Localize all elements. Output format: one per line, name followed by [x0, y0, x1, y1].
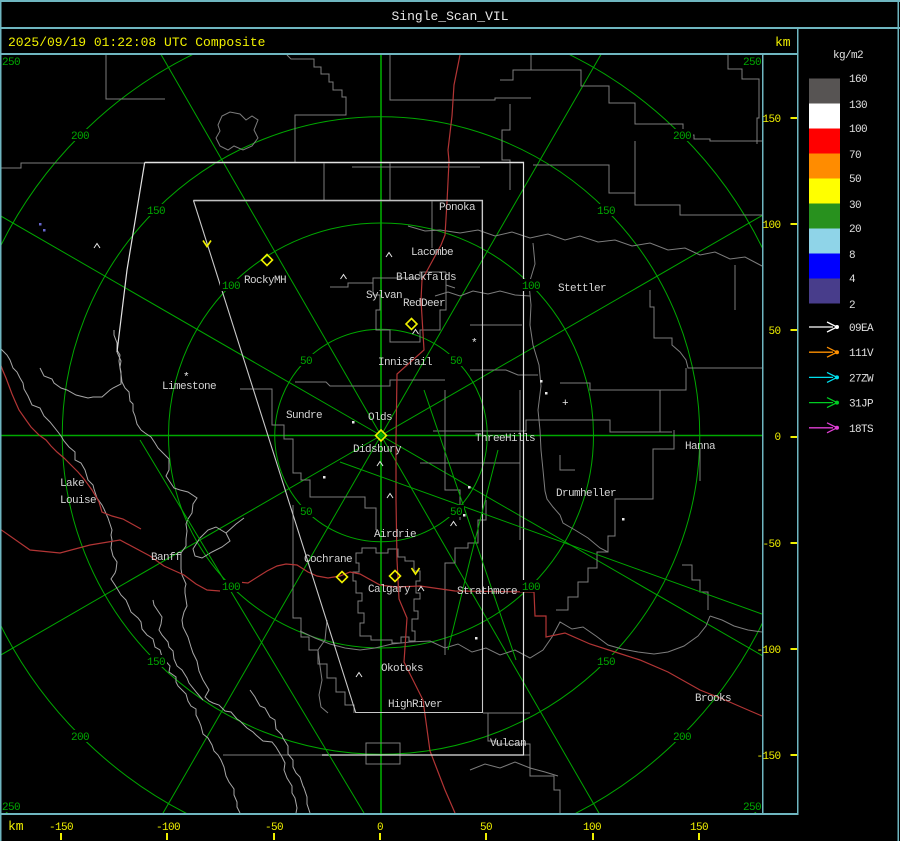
svg-text:31JP: 31JP: [849, 399, 874, 411]
svg-text:09EA: 09EA: [849, 323, 874, 335]
svg-text:100: 100: [222, 281, 240, 293]
svg-text:Brooks: Brooks: [695, 693, 731, 705]
svg-text:km: km: [8, 819, 24, 834]
svg-text:200: 200: [71, 732, 89, 744]
svg-text:50: 50: [849, 174, 861, 186]
svg-text:+: +: [562, 398, 568, 410]
svg-text:150: 150: [597, 206, 615, 218]
svg-text:27ZW: 27ZW: [849, 373, 874, 385]
svg-text:250: 250: [2, 802, 20, 814]
svg-text:-100: -100: [156, 822, 180, 834]
svg-text:150: 150: [597, 657, 615, 669]
svg-text:100: 100: [583, 822, 601, 834]
svg-text:Single_Scan_VIL: Single_Scan_VIL: [391, 9, 508, 24]
svg-text:200: 200: [673, 732, 691, 744]
svg-text:111V: 111V: [849, 348, 874, 360]
svg-text:200: 200: [673, 131, 691, 143]
svg-text:RockyMH: RockyMH: [244, 275, 286, 287]
svg-text:100: 100: [522, 582, 540, 594]
svg-text:Louise: Louise: [60, 495, 96, 507]
svg-text:2025/09/19 01:22:08 UTC Compos: 2025/09/19 01:22:08 UTC Composite: [8, 35, 265, 50]
svg-text:8: 8: [849, 250, 855, 262]
svg-text:-100: -100: [756, 645, 780, 657]
svg-text:Blackfalds: Blackfalds: [396, 272, 456, 284]
svg-text:0: 0: [774, 432, 780, 444]
svg-text:20: 20: [849, 224, 861, 236]
svg-text:Cochrane: Cochrane: [304, 554, 352, 566]
svg-text:Lacombe: Lacombe: [411, 247, 453, 259]
svg-text:130: 130: [849, 100, 867, 112]
svg-text:RedDeer: RedDeer: [403, 298, 445, 310]
svg-text:2: 2: [849, 300, 855, 312]
svg-text:*: *: [471, 338, 477, 350]
svg-text:0: 0: [377, 822, 383, 834]
svg-text:100: 100: [522, 281, 540, 293]
svg-text:Banff: Banff: [151, 552, 181, 564]
svg-text:160: 160: [849, 74, 867, 86]
svg-text:50: 50: [450, 356, 462, 368]
svg-text:150: 150: [690, 822, 708, 834]
svg-text:250: 250: [743, 57, 761, 69]
svg-text:Sundre: Sundre: [286, 410, 322, 422]
svg-text:Drumheller: Drumheller: [556, 488, 616, 500]
svg-text:Lake: Lake: [60, 478, 84, 490]
svg-text:200: 200: [71, 131, 89, 143]
svg-text:Okotoks: Okotoks: [381, 663, 423, 675]
svg-text:km: km: [775, 35, 791, 50]
svg-text:Olds: Olds: [368, 412, 392, 424]
svg-text:Strathmore: Strathmore: [457, 586, 517, 598]
svg-text:-50: -50: [762, 539, 780, 551]
svg-text:30: 30: [849, 200, 861, 212]
svg-text:Hanna: Hanna: [685, 441, 716, 453]
svg-text:*: *: [183, 372, 189, 384]
svg-text:250: 250: [743, 802, 761, 814]
svg-text:100: 100: [762, 220, 780, 232]
svg-text:ThreeHills: ThreeHills: [475, 433, 535, 445]
svg-text:Stettler: Stettler: [558, 283, 606, 295]
svg-text:Vulcan: Vulcan: [490, 738, 526, 750]
svg-text:250: 250: [2, 57, 20, 69]
svg-text:50: 50: [300, 356, 312, 368]
svg-text:150: 150: [762, 114, 780, 126]
svg-text:Sylvan: Sylvan: [366, 290, 402, 302]
svg-text:Didsbury: Didsbury: [353, 444, 402, 456]
svg-text:50: 50: [768, 326, 780, 338]
svg-text:Calgary: Calgary: [368, 584, 411, 596]
svg-text:50: 50: [480, 822, 492, 834]
svg-text:150: 150: [147, 206, 165, 218]
svg-text:100: 100: [222, 582, 240, 594]
svg-text:-150: -150: [756, 751, 780, 763]
svg-text:Airdrie: Airdrie: [374, 529, 416, 541]
svg-text:HighRiver: HighRiver: [388, 699, 442, 711]
svg-text:kg/m2: kg/m2: [833, 50, 863, 62]
svg-text:50: 50: [450, 507, 462, 519]
svg-text:150: 150: [147, 657, 165, 669]
svg-text:50: 50: [300, 507, 312, 519]
svg-text:18TS: 18TS: [849, 424, 874, 436]
svg-text:Innisfail: Innisfail: [378, 357, 432, 369]
svg-text:-50: -50: [265, 822, 283, 834]
svg-text:100: 100: [849, 124, 867, 136]
svg-text:-150: -150: [49, 822, 73, 834]
svg-text:70: 70: [849, 150, 861, 162]
svg-text:Ponoka: Ponoka: [439, 202, 476, 214]
svg-text:4: 4: [849, 274, 856, 286]
